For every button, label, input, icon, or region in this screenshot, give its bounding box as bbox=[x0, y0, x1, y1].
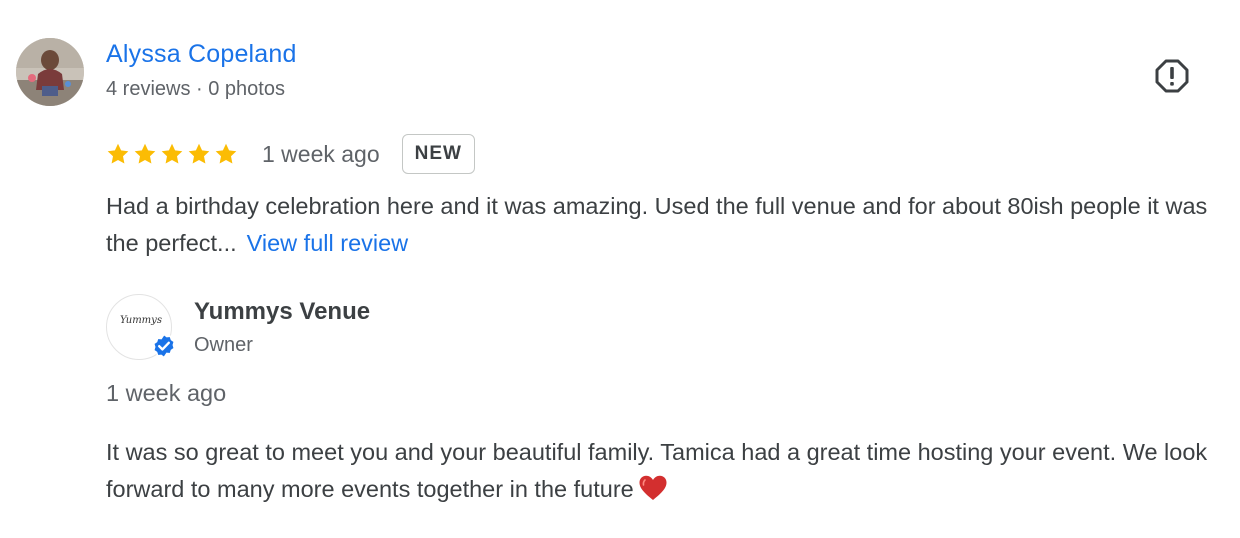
star-icon bbox=[107, 143, 129, 164]
star-icon bbox=[215, 143, 237, 164]
reviewer-name[interactable]: Alyssa Copeland bbox=[106, 40, 297, 69]
report-icon bbox=[1155, 59, 1189, 93]
owner-logo: Yummys bbox=[120, 315, 162, 326]
owner-role: Owner bbox=[194, 334, 253, 356]
report-button[interactable] bbox=[1152, 56, 1192, 96]
owner-name: Yummys Venue bbox=[194, 298, 371, 325]
avatar-photo bbox=[16, 38, 84, 106]
red-heart-icon bbox=[639, 475, 667, 500]
new-badge: NEW bbox=[401, 134, 475, 174]
star-icon bbox=[161, 143, 183, 164]
star-icon bbox=[134, 143, 156, 164]
rating-row: 1 week ago NEW bbox=[106, 132, 475, 176]
owner-response-text: It was so great to meet you and your bea… bbox=[106, 434, 1216, 508]
response-date: 1 week ago bbox=[106, 380, 227, 406]
owner-avatar[interactable]: Yummys bbox=[106, 294, 176, 360]
star-icon bbox=[188, 143, 210, 164]
verified-check-icon bbox=[152, 333, 176, 359]
review-text: Had a birthday celebration here and it w… bbox=[106, 188, 1216, 262]
review-card: Alyssa Copeland 4 reviews · 0 photos 1 w… bbox=[0, 0, 1240, 538]
view-full-review-link[interactable]: View full review bbox=[247, 230, 409, 256]
reviewer-review-count: 4 reviews · 0 photos bbox=[106, 78, 285, 100]
reviewer-avatar[interactable] bbox=[16, 38, 84, 106]
review-date: 1 week ago bbox=[262, 140, 380, 167]
star-rating bbox=[106, 142, 238, 166]
